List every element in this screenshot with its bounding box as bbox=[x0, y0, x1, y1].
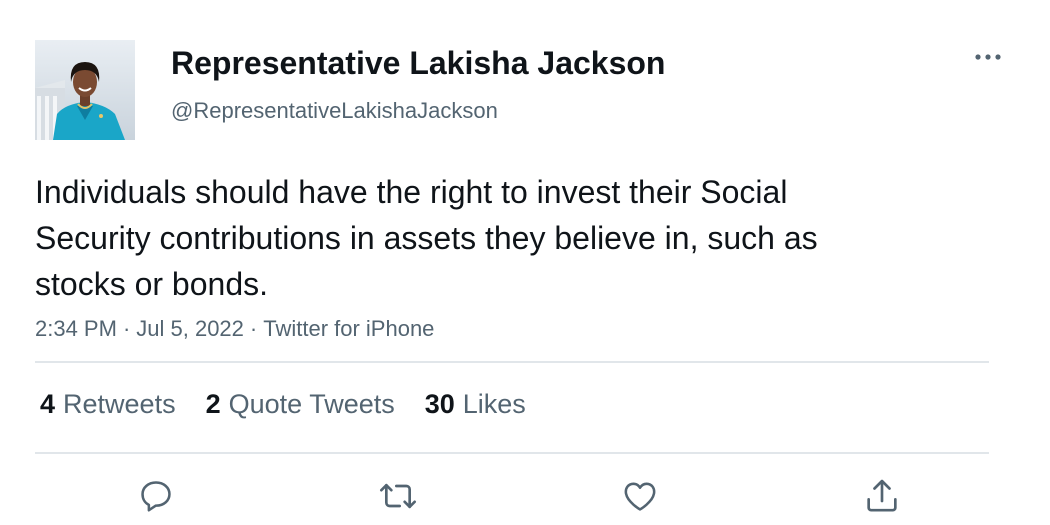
engagement-stats: 4 Retweets 2 Quote Tweets 30 Likes bbox=[40, 388, 556, 420]
retweets-count: 4 bbox=[40, 389, 56, 419]
retweets-stat[interactable]: 4 Retweets bbox=[40, 388, 176, 420]
quote-tweets-stat[interactable]: 2 Quote Tweets bbox=[206, 388, 395, 420]
meta-separator: · bbox=[122, 316, 131, 341]
tweet-time[interactable]: 2:34 PM bbox=[35, 316, 117, 341]
likes-stat[interactable]: 30 Likes bbox=[425, 388, 526, 420]
avatar[interactable] bbox=[35, 40, 135, 140]
more-icon bbox=[975, 54, 1001, 60]
reply-icon bbox=[141, 481, 171, 512]
likes-count: 30 bbox=[424, 389, 455, 419]
like-button[interactable] bbox=[618, 474, 662, 518]
share-button[interactable] bbox=[860, 474, 904, 518]
retweets-label: Retweets bbox=[63, 389, 176, 419]
profile-photo-icon bbox=[35, 40, 135, 140]
quote-tweets-label: Quote Tweets bbox=[228, 389, 395, 419]
more-button[interactable] bbox=[968, 42, 1008, 72]
quote-tweets-count: 2 bbox=[205, 389, 221, 419]
display-name[interactable]: Representative Lakisha Jackson bbox=[171, 44, 665, 82]
likes-label: Likes bbox=[462, 389, 526, 419]
divider bbox=[35, 361, 989, 363]
share-icon bbox=[867, 479, 897, 512]
user-handle[interactable]: @RepresentativeLakishaJackson bbox=[171, 97, 498, 125]
heart-icon bbox=[624, 482, 656, 511]
reply-button[interactable] bbox=[134, 474, 178, 518]
tweet-meta: 2:34 PM · Jul 5, 2022 · Twitter for iPhone bbox=[35, 315, 434, 343]
tweet-date[interactable]: Jul 5, 2022 bbox=[136, 316, 244, 341]
divider bbox=[35, 452, 989, 454]
tweet-source[interactable]: Twitter for iPhone bbox=[263, 316, 434, 341]
retweet-button[interactable] bbox=[376, 474, 420, 518]
retweet-icon bbox=[380, 483, 416, 509]
tweet-text: Individuals should have the right to inv… bbox=[35, 174, 818, 302]
meta-separator: · bbox=[249, 316, 258, 341]
tweet-card: Representative Lakisha Jackson @Represen… bbox=[0, 0, 1050, 525]
